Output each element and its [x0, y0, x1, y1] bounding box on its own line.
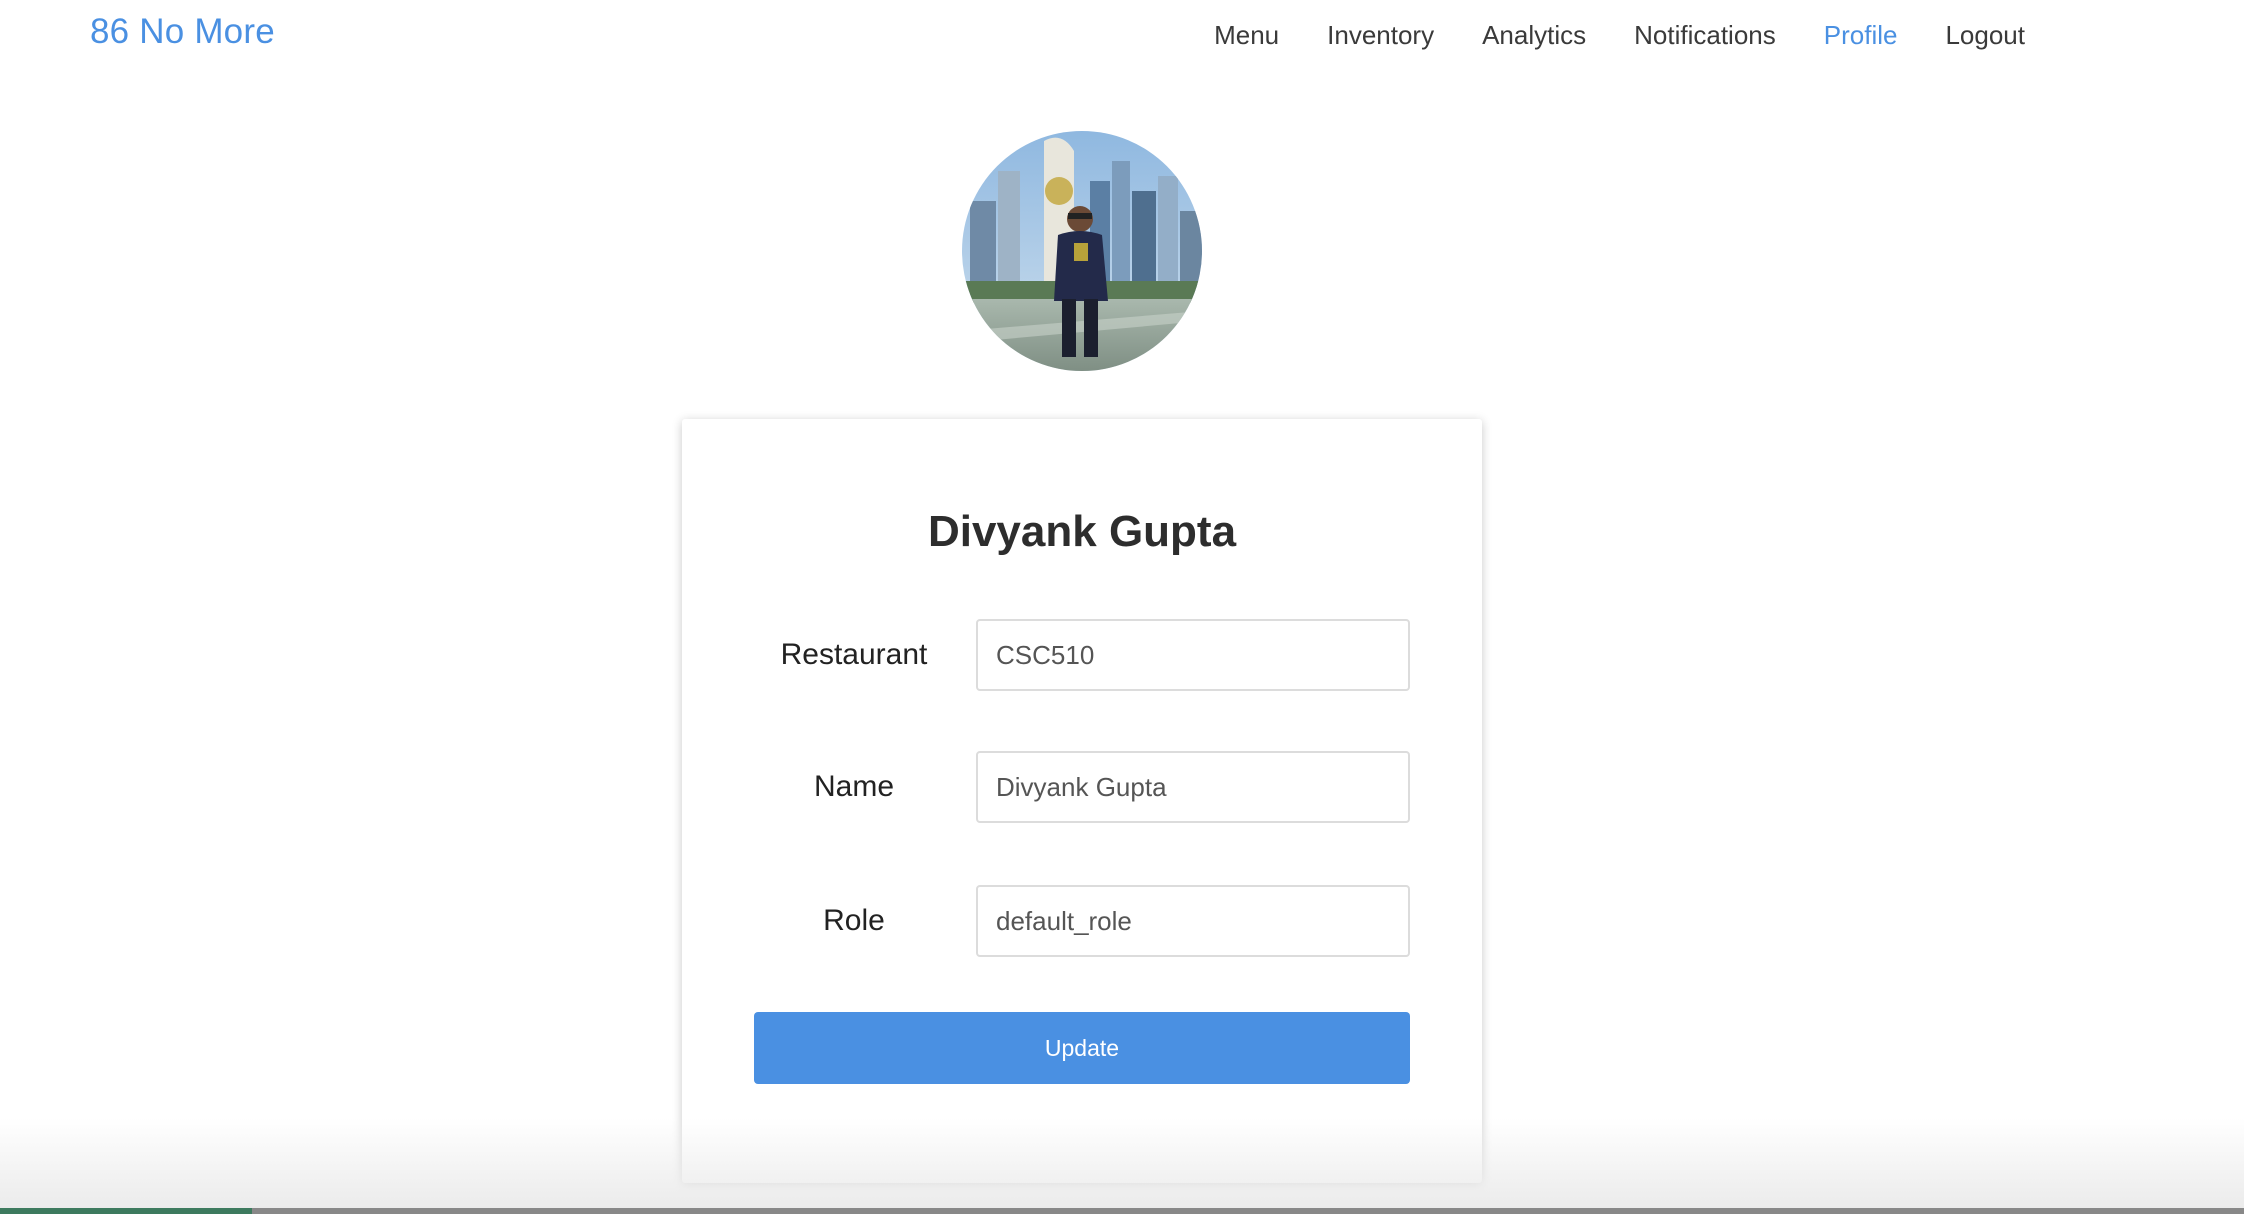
nav-item-logout[interactable]: Logout — [1921, 18, 2049, 52]
name-row: Name — [682, 751, 1482, 823]
restaurant-label: Restaurant — [780, 638, 928, 671]
profile-page: 86 No More Menu Inventory Analytics Noti… — [0, 0, 2244, 1214]
update-button[interactable]: Update — [754, 1012, 1410, 1084]
role-row: Role — [682, 885, 1482, 957]
profile-avatar — [962, 131, 1202, 371]
restaurant-row: Restaurant — [682, 619, 1482, 691]
role-input[interactable] — [976, 885, 1410, 957]
nav-item-inventory[interactable]: Inventory — [1303, 18, 1458, 52]
bottom-scrollbar-thumb[interactable] — [0, 1208, 252, 1214]
user-photo-avatar-icon — [962, 131, 1202, 371]
nav-links: Menu Inventory Analytics Notifications P… — [1190, 18, 2049, 52]
nav-item-menu[interactable]: Menu — [1190, 18, 1303, 52]
profile-name-heading: Divyank Gupta — [927, 507, 1237, 556]
brand-logo-link[interactable]: 86 No More — [90, 12, 275, 52]
name-input[interactable] — [976, 751, 1410, 823]
top-navbar: 86 No More Menu Inventory Analytics Noti… — [0, 0, 2244, 72]
restaurant-input[interactable] — [976, 619, 1410, 691]
profile-card: Divyank Gupta Restaurant Name Role Updat… — [682, 419, 1482, 1183]
role-label: Role — [823, 904, 885, 937]
nav-item-profile[interactable]: Profile — [1800, 18, 1922, 52]
name-label: Name — [813, 770, 895, 803]
nav-item-notifications[interactable]: Notifications — [1610, 18, 1800, 52]
bottom-shadow — [0, 1118, 2244, 1208]
bottom-scrollbar[interactable] — [0, 1208, 2244, 1214]
nav-item-analytics[interactable]: Analytics — [1458, 18, 1610, 52]
